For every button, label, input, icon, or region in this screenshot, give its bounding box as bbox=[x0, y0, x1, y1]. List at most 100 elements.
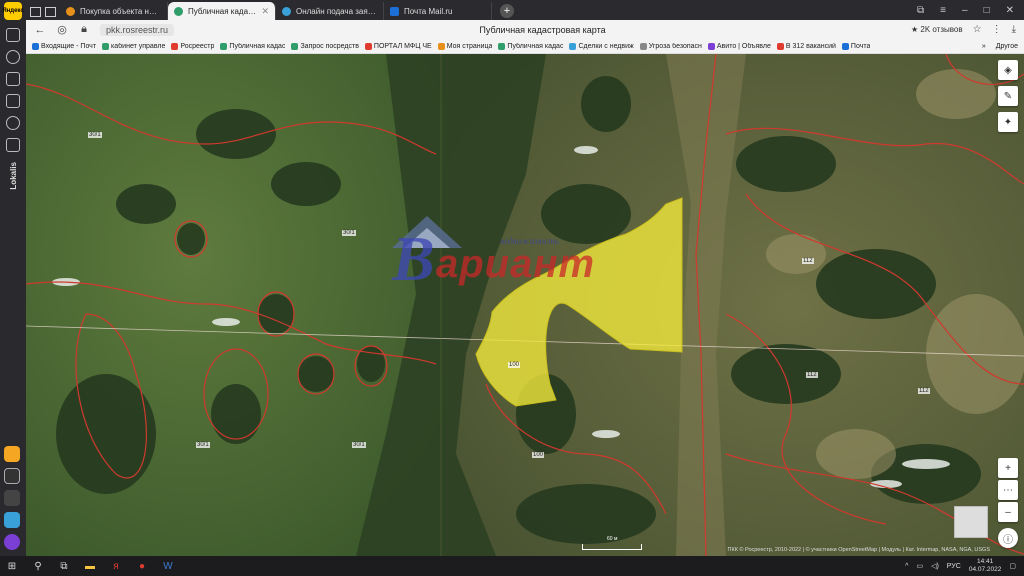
tab-favicon-icon bbox=[282, 6, 291, 16]
maximize-icon[interactable]: □ bbox=[984, 5, 990, 16]
zoom-in-button[interactable]: + bbox=[998, 458, 1018, 478]
yandex-app-icon[interactable]: я bbox=[110, 560, 122, 572]
plus-icon: + bbox=[1005, 462, 1011, 474]
tab-online-zayavka[interactable]: Онлайн подача заявки на bbox=[276, 2, 384, 20]
bookmark-item[interactable]: Росреестр bbox=[171, 42, 214, 50]
tab-strip: Покупка объекта недвиж Публичная кадастр… bbox=[26, 0, 1024, 20]
parcel-label[interactable]: 30/1 bbox=[196, 442, 210, 448]
layers-button[interactable]: ◈ bbox=[998, 60, 1018, 80]
bell-icon[interactable] bbox=[6, 28, 20, 42]
chevron-up-icon[interactable]: ^ bbox=[905, 563, 908, 570]
bookmark-item[interactable]: Публичная кадас bbox=[498, 42, 563, 50]
star-icon[interactable] bbox=[6, 72, 20, 86]
bookmark-favicon-icon bbox=[364, 42, 372, 50]
bookmark-item[interactable]: кабинет управле bbox=[102, 42, 165, 50]
windows-start-icon[interactable]: ⊞ bbox=[6, 560, 18, 572]
more-icon[interactable]: ⋮ bbox=[992, 24, 1002, 35]
tab-app-icon[interactable] bbox=[4, 512, 20, 528]
parcel-label[interactable]: 112 bbox=[806, 372, 818, 378]
bookmark-item[interactable]: Моя страница bbox=[437, 42, 492, 50]
bookmark-favicon-icon bbox=[707, 42, 715, 50]
parcel-label[interactable]: 30/1 bbox=[352, 442, 366, 448]
tab-favicon-icon bbox=[66, 6, 75, 16]
tab-pkk[interactable]: Публичная кадастровая ✕ bbox=[168, 2, 276, 20]
minimize-icon[interactable]: – bbox=[962, 5, 968, 16]
url-field[interactable]: pkk.rosreestr.ru bbox=[100, 23, 175, 36]
bookmark-item[interactable]: Входящие - Почт bbox=[32, 42, 96, 50]
bookmark-favicon-icon bbox=[776, 42, 784, 50]
parcel-label[interactable]: 100 bbox=[508, 362, 521, 368]
bookmark-item[interactable]: Почта bbox=[841, 42, 870, 50]
yandex-browser-icon[interactable]: ● bbox=[136, 560, 148, 572]
browser-sidebar: Яндекс Lokalis bbox=[0, 0, 26, 556]
parcel-label[interactable]: 100 bbox=[532, 452, 545, 458]
tab-mail[interactable]: Почта Mail.ru bbox=[384, 2, 492, 20]
download-icon[interactable]: ⤓ bbox=[1012, 24, 1016, 35]
network-icon[interactable]: ▭ bbox=[916, 562, 923, 570]
bookmark-item[interactable]: Публичная кадас bbox=[220, 42, 285, 50]
bookmark-favicon-icon bbox=[841, 42, 849, 50]
messenger-icon[interactable] bbox=[4, 468, 20, 484]
tab-label: Онлайн подача заявки на bbox=[296, 6, 377, 16]
search-icon[interactable]: ⚲ bbox=[32, 560, 44, 572]
notes-icon[interactable] bbox=[6, 94, 20, 108]
zoom-out-button[interactable]: – bbox=[998, 502, 1018, 522]
bookmark-star-icon[interactable]: ☆ bbox=[973, 24, 982, 35]
tab-pokupka[interactable]: Покупка объекта недвиж bbox=[60, 2, 168, 20]
add-app-icon[interactable] bbox=[4, 490, 20, 506]
chevrons-icon: » bbox=[981, 42, 986, 50]
parcel-label[interactable]: 30/1 bbox=[342, 230, 356, 236]
bookmark-favicon-icon bbox=[220, 42, 228, 50]
tab-label: Покупка объекта недвиж bbox=[80, 6, 161, 16]
menu-icon[interactable]: ≡ bbox=[940, 5, 946, 16]
parcel-label[interactable]: 112 bbox=[918, 388, 930, 394]
bookmark-favicon-icon bbox=[498, 42, 506, 50]
bookmark-item[interactable]: Авито | Объявле bbox=[707, 42, 771, 50]
minimap[interactable] bbox=[954, 506, 988, 538]
bookmark-favicon-icon bbox=[32, 42, 39, 50]
close-tab-icon[interactable]: ✕ bbox=[261, 6, 269, 17]
scale-bar: 60 м bbox=[582, 536, 642, 550]
language-indicator[interactable]: РУС bbox=[947, 563, 961, 570]
task-view-icon[interactable]: ⧉ bbox=[58, 560, 70, 572]
tab-favicon-icon bbox=[390, 6, 399, 16]
play-icon[interactable] bbox=[6, 116, 20, 130]
parcel-label[interactable]: 112 bbox=[802, 258, 814, 264]
volume-icon[interactable]: ◁) bbox=[931, 562, 939, 570]
ruler-button[interactable]: ✎ bbox=[998, 86, 1018, 106]
notifications-icon[interactable]: ▢ bbox=[1009, 562, 1016, 570]
new-tab-button[interactable]: + bbox=[500, 4, 514, 18]
explorer-icon[interactable]: ▬ bbox=[84, 560, 96, 572]
clock[interactable]: 14:41 04.07.2022 bbox=[969, 558, 1002, 574]
reviews-badge[interactable]: ★ 2K отзывов bbox=[911, 25, 963, 34]
ruler-icon: ✎ bbox=[1003, 90, 1013, 102]
tabs-overview-icon[interactable] bbox=[45, 7, 56, 17]
cadastral-map[interactable]: В недвижимость ариант 30/1 30/1 30/1 30/… bbox=[26, 54, 1024, 556]
bookmark-item[interactable]: Запрос посредств bbox=[291, 42, 359, 50]
home-icon[interactable] bbox=[30, 7, 41, 17]
download-icon[interactable] bbox=[6, 138, 20, 152]
bookmark-favicon-icon bbox=[171, 42, 179, 50]
word-icon[interactable]: W bbox=[162, 560, 174, 572]
tab-favicon-icon bbox=[174, 6, 183, 16]
other-bookmarks[interactable]: » Другое bbox=[982, 43, 1018, 50]
close-window-icon[interactable]: ✕ bbox=[1006, 5, 1014, 16]
bookmark-manager-icon[interactable]: ⧉ bbox=[917, 5, 924, 16]
lock-icon: 🔒︎ bbox=[81, 23, 87, 35]
bookmark-item[interactable]: В 312 вакансий bbox=[776, 42, 836, 50]
back-icon[interactable]: ← bbox=[34, 24, 46, 36]
address-bar: ← ◎ 🔒︎ pkk.rosreestr.ru Публичная кадаст… bbox=[26, 20, 1024, 39]
mail-app-icon[interactable] bbox=[4, 446, 20, 462]
protect-icon[interactable]: ◎ bbox=[56, 23, 68, 36]
parcel-label[interactable]: 30/1 bbox=[88, 132, 102, 138]
zoom-slider[interactable]: ⋯ bbox=[998, 480, 1018, 500]
screen: Яндекс Lokalis Покупка объекта недвиж Пу… bbox=[0, 0, 1024, 576]
locate-button[interactable]: ✦ bbox=[998, 112, 1018, 132]
history-icon[interactable] bbox=[6, 50, 20, 64]
alice-icon[interactable] bbox=[4, 534, 20, 550]
bookmark-item[interactable]: ПОРТАЛ МФЦ ЧЕ bbox=[364, 42, 432, 50]
bookmark-item[interactable]: Сделки с недвиж bbox=[569, 42, 634, 50]
info-button[interactable]: ⓘ bbox=[998, 528, 1018, 548]
bookmark-item[interactable]: Угроза безопасн bbox=[639, 42, 702, 50]
yandex-logo[interactable]: Яндекс bbox=[2, 2, 24, 20]
